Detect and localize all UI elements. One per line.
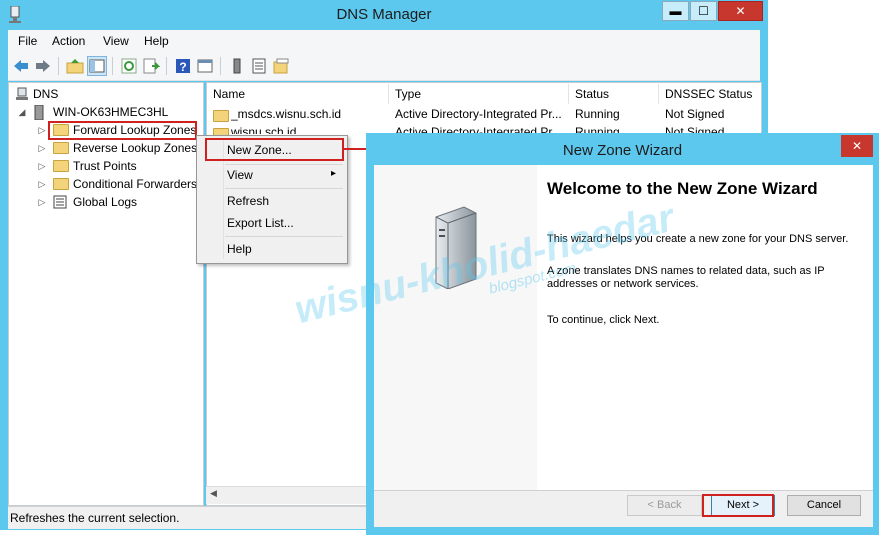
tree-node-trust-points[interactable]: ▷ Trust Points [11, 157, 201, 175]
tree-node-reverse-lookup-zones[interactable]: ▷ Reverse Lookup Zones [11, 139, 201, 157]
wizard-close-button[interactable]: ✕ [841, 135, 873, 157]
title-bar[interactable]: DNS Manager ▬ ☐ ✕ [0, 0, 768, 30]
folder-icon [53, 160, 69, 172]
svg-text:?: ? [179, 60, 186, 74]
wizard-title: New Zone Wizard [562, 142, 683, 159]
tree-label: Trust Points [73, 159, 137, 173]
menu-separator [225, 236, 343, 237]
horizontal-scrollbar[interactable]: ◀ [206, 486, 366, 504]
column-header-type[interactable]: Type [389, 84, 569, 104]
menu-separator [225, 188, 343, 189]
highlight-box [48, 121, 197, 140]
toolbar-separator [58, 57, 59, 75]
menu-view[interactable]: View [103, 34, 129, 48]
menu-item-view-label: View [227, 168, 253, 182]
menu-action[interactable]: Action [52, 34, 85, 48]
highlight-box [702, 494, 774, 517]
zone-type: Active Directory-Integrated Pr... [395, 107, 562, 121]
cancel-button[interactable]: Cancel [787, 495, 861, 516]
forward-arrow-icon[interactable] [34, 57, 52, 75]
minimize-button[interactable]: ▬ [662, 1, 689, 21]
wizard-paragraph: To continue, click Next. [547, 314, 660, 326]
close-button[interactable]: ✕ [718, 1, 763, 21]
tree-node-dns[interactable]: DNS [11, 85, 191, 103]
zone-dnssec: Not Signed [665, 107, 725, 121]
expand-arrow-icon[interactable]: ▷ [37, 175, 47, 193]
folder-icon[interactable] [272, 57, 290, 75]
expand-arrow-icon[interactable]: ▷ [37, 139, 47, 157]
menu-item-help[interactable]: Help [227, 239, 252, 259]
console-tree: DNS ◢ WIN-OK63HMEC3HL ▷ Forward Lookup Z… [8, 82, 204, 506]
toolbar-separator [220, 57, 221, 75]
tree-label-server: WIN-OK63HMEC3HL [53, 105, 169, 119]
server-icon[interactable] [228, 57, 246, 75]
menu-help[interactable]: Help [144, 34, 169, 48]
scroll-left-icon[interactable]: ◀ [210, 488, 217, 499]
maximize-button[interactable]: ☐ [690, 1, 717, 21]
back-button[interactable]: < Back [627, 495, 702, 516]
toolbar-separator [166, 57, 167, 75]
list-icon[interactable] [250, 57, 268, 75]
expand-arrow-icon[interactable]: ▷ [37, 193, 47, 211]
zone-status: Running [575, 107, 620, 121]
tree-node-global-logs[interactable]: ▷ Global Logs [11, 193, 201, 211]
toolbar: ? [8, 52, 760, 81]
dns-icon [16, 87, 28, 100]
wizard-content: Welcome to the New Zone Wizard This wiza… [537, 165, 873, 490]
console-tree-icon[interactable] [87, 56, 107, 76]
toolbar-separator [112, 57, 113, 75]
wizard-heading: Welcome to the New Zone Wizard [547, 179, 818, 198]
tree-label: Global Logs [73, 195, 138, 209]
refresh-icon[interactable] [120, 57, 138, 75]
column-header-status[interactable]: Status [569, 84, 659, 104]
zone-name: wisnu.sch.id [231, 125, 297, 134]
menu-file[interactable]: File [18, 34, 37, 48]
tree-label-dns: DNS [33, 87, 59, 101]
column-header-dnssec[interactable]: DNSSEC Status [659, 84, 759, 104]
folder-icon [53, 178, 69, 190]
tree-node-server[interactable]: ◢ WIN-OK63HMEC3HL [11, 103, 201, 121]
tree-label: Conditional Forwarders [73, 177, 198, 191]
tree-label: Reverse Lookup Zones [73, 141, 198, 155]
menu-item-view[interactable]: View [227, 165, 337, 185]
logs-icon [53, 195, 67, 209]
properties-icon[interactable] [196, 57, 214, 75]
wizard-paragraph: A zone translates DNS names to related d… [547, 265, 825, 290]
new-zone-wizard-dialog: New Zone Wizard ✕ Welcome to the New Zon… [366, 133, 879, 535]
server-icon [34, 105, 44, 120]
wizard-side-panel [374, 165, 537, 490]
menu-bar: File Action View Help [8, 30, 760, 52]
up-folder-icon[interactable] [66, 57, 84, 75]
menu-item-refresh[interactable]: Refresh [227, 191, 269, 211]
tree-node-conditional-forwarders[interactable]: ▷ Conditional Forwarders [11, 175, 201, 193]
zone-name: _msdcs.wisnu.sch.id [231, 107, 342, 121]
status-text: Refreshes the current selection. [10, 511, 180, 525]
highlight-box [205, 138, 344, 161]
window-title: DNS Manager [336, 6, 432, 23]
folder-icon [53, 142, 69, 154]
column-header-name[interactable]: Name [207, 84, 389, 104]
back-arrow-icon[interactable] [12, 57, 30, 75]
expand-arrow-icon[interactable]: ▷ [37, 157, 47, 175]
expand-arrow-icon[interactable]: ▷ [37, 121, 47, 139]
wizard-divider [374, 490, 873, 491]
export-list-icon[interactable] [142, 57, 160, 75]
collapse-arrow-icon[interactable]: ◢ [17, 103, 27, 121]
menu-item-export-list[interactable]: Export List... [227, 213, 294, 233]
zone-folder-icon [213, 110, 229, 122]
submenu-arrow-icon: ▸ [331, 168, 337, 179]
help-icon[interactable]: ? [174, 57, 192, 75]
